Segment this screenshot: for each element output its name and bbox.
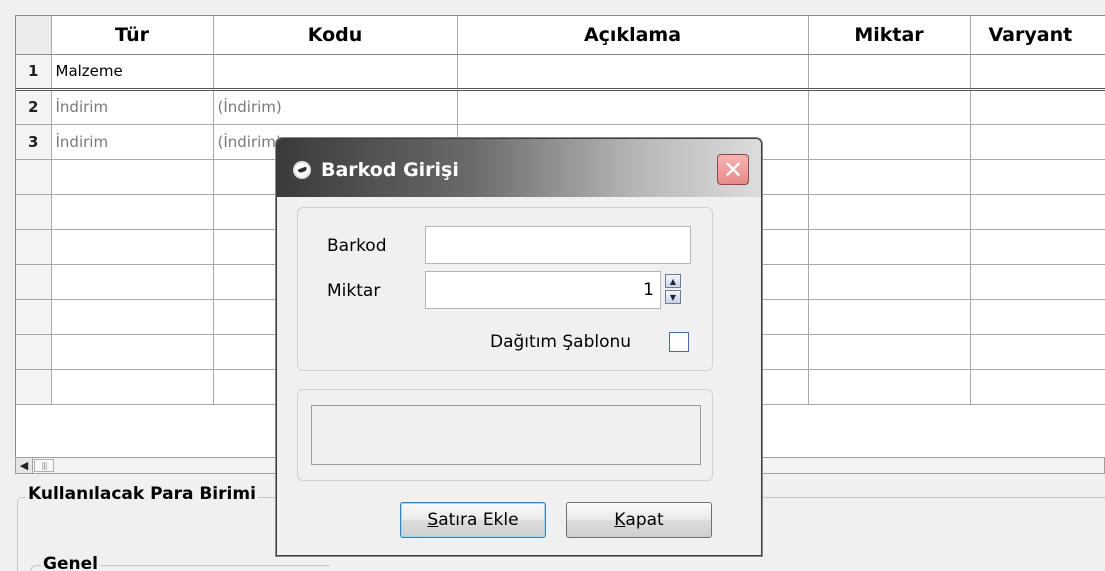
cell-miktar[interactable] (808, 229, 971, 265)
satira-ekle-label: atıra Ekle (438, 510, 519, 530)
cell-tur[interactable] (51, 369, 214, 405)
barkod-label: Barkod (327, 236, 387, 256)
cell-tur[interactable] (51, 334, 214, 370)
cell-varyant[interactable] (970, 89, 1105, 125)
column-header-kodu[interactable]: Kodu (213, 16, 458, 55)
genel-group-title: Genel (41, 554, 100, 571)
cell-kodu[interactable] (213, 54, 458, 91)
spin-up-icon[interactable]: ▲ (665, 274, 681, 288)
row-number[interactable]: 1 (16, 54, 52, 91)
scroll-left-arrow-icon[interactable]: ◀ (16, 458, 33, 473)
app-eye-icon (293, 161, 311, 179)
miktar-input[interactable]: 1 (425, 271, 661, 309)
miktar-label: Miktar (327, 281, 381, 301)
row-number[interactable] (16, 229, 52, 265)
cell-miktar[interactable] (808, 124, 971, 160)
barkod-input-panel: Barkod Miktar 1 ▲ ▼ Dağıtım Şablonu (297, 207, 713, 371)
dagitim-sablonu-checkbox[interactable] (669, 332, 689, 352)
dialog-body: Barkod Miktar 1 ▲ ▼ Dağıtım Şablonu Satı… (282, 197, 756, 551)
cell-varyant[interactable] (970, 194, 1105, 230)
cell-aciklama[interactable] (457, 89, 809, 125)
barkod-input[interactable] (425, 226, 691, 264)
row-number[interactable] (16, 334, 52, 370)
row-number[interactable] (16, 369, 52, 405)
column-header-tur[interactable]: Tür (51, 16, 214, 55)
cell-kodu[interactable]: (İndirim) (213, 89, 458, 125)
cell-varyant[interactable] (970, 124, 1105, 160)
row-number[interactable]: 3 (16, 124, 52, 160)
cell-miktar[interactable] (808, 299, 971, 335)
cell-tur[interactable]: İndirim (51, 124, 214, 160)
barkod-dialog: Barkod Girişi ✕ Barkod Miktar 1 ▲ ▼ Dağı… (276, 138, 762, 556)
kapat-button[interactable]: Kapat (566, 502, 712, 538)
genel-group: Genel (30, 554, 330, 571)
close-icon[interactable]: ✕ (717, 154, 749, 185)
currency-group-title: Kullanılacak Para Birimi (26, 484, 258, 504)
column-header-varyant[interactable]: Varyant (970, 16, 1105, 55)
dagitim-sablonu-label: Dağıtım Şablonu (490, 332, 632, 352)
dialog-title: Barkod Girişi (321, 159, 459, 181)
cell-varyant[interactable] (970, 54, 1105, 91)
cell-tur[interactable] (51, 264, 214, 300)
cell-tur[interactable]: Malzeme (51, 54, 214, 91)
cell-tur[interactable] (51, 229, 214, 265)
kapat-mnemonic: K (614, 510, 626, 530)
column-header-miktar[interactable]: Miktar (808, 16, 971, 55)
cell-varyant[interactable] (970, 229, 1105, 265)
row-number[interactable] (16, 264, 52, 300)
cell-tur[interactable] (51, 299, 214, 335)
row-number[interactable]: 2 (16, 89, 52, 125)
cell-tur[interactable] (51, 194, 214, 230)
cell-miktar[interactable] (808, 264, 971, 300)
cell-tur[interactable] (51, 159, 214, 195)
cell-tur[interactable]: İndirim (51, 89, 214, 125)
satira-ekle-button[interactable]: Satıra Ekle (400, 502, 546, 538)
row-number[interactable] (16, 299, 52, 335)
cell-miktar[interactable] (808, 194, 971, 230)
row-number[interactable] (16, 159, 52, 195)
cell-miktar[interactable] (808, 334, 971, 370)
cell-varyant[interactable] (970, 159, 1105, 195)
cell-varyant[interactable] (970, 299, 1105, 335)
message-box (311, 405, 701, 465)
cell-varyant[interactable] (970, 369, 1105, 405)
kapat-label: apat (625, 510, 664, 530)
dialog-titlebar[interactable]: Barkod Girişi ✕ (277, 139, 761, 197)
scroll-thumb[interactable]: ||| (34, 459, 54, 472)
cell-miktar[interactable] (808, 89, 971, 125)
table-row[interactable]: 1 Malzeme (16, 54, 1105, 91)
grid-corner (16, 16, 52, 55)
grid-header-row: Tür Kodu Açıklama Miktar Varyant (16, 16, 1105, 55)
table-row[interactable]: 2 İndirim (İndirim) (16, 89, 1105, 125)
message-panel (297, 389, 713, 481)
cell-miktar[interactable] (808, 54, 971, 91)
column-header-aciklama[interactable]: Açıklama (457, 16, 809, 55)
row-number[interactable] (16, 194, 52, 230)
cell-miktar[interactable] (808, 159, 971, 195)
spin-down-icon[interactable]: ▼ (665, 290, 681, 304)
miktar-stepper[interactable]: ▲ ▼ (665, 274, 681, 304)
cell-miktar[interactable] (808, 369, 971, 405)
cell-varyant[interactable] (970, 334, 1105, 370)
cell-aciklama[interactable] (457, 54, 809, 91)
satira-ekle-mnemonic: S (427, 510, 439, 530)
cell-varyant[interactable] (970, 264, 1105, 300)
